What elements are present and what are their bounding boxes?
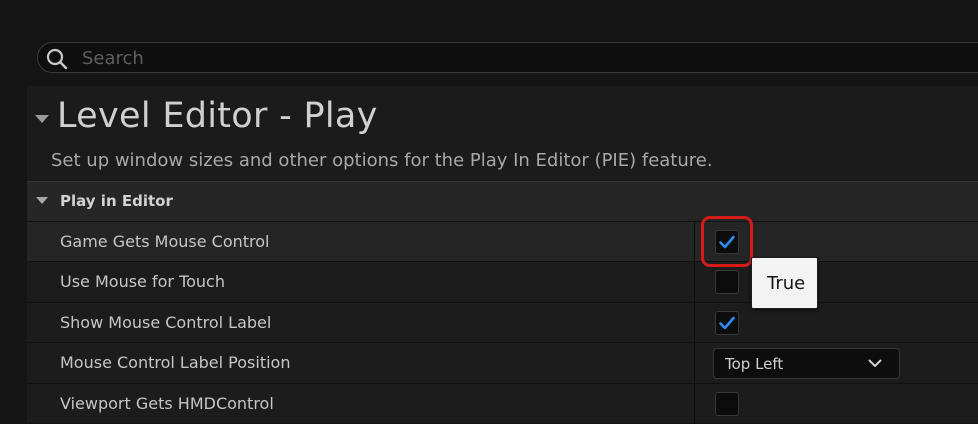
search-input[interactable] (80, 45, 964, 72)
use-mouse-for-touch-checkbox[interactable] (715, 270, 739, 294)
show-mouse-control-label-checkbox[interactable] (715, 311, 739, 335)
category-label: Play in Editor (60, 192, 173, 210)
column-divider[interactable] (694, 343, 695, 383)
expand-arrow-icon[interactable] (36, 197, 48, 204)
section-description: Set up window sizes and other options fo… (51, 150, 713, 171)
section-title: Level Editor - Play (57, 96, 378, 136)
dropdown-value: Top Left (725, 355, 784, 373)
property-label: Mouse Control Label Position (60, 353, 291, 372)
category-header[interactable]: Play in Editor (27, 181, 978, 221)
tooltip: True (751, 257, 818, 309)
column-divider[interactable] (694, 222, 695, 262)
search-bar[interactable] (37, 42, 978, 73)
property-label: Use Mouse for Touch (60, 272, 225, 291)
property-label: Show Mouse Control Label (60, 313, 272, 332)
property-row: Use Mouse for Touch (27, 261, 978, 302)
search-icon (46, 48, 68, 70)
property-row: Game Gets Mouse Control (27, 221, 978, 262)
chevron-down-icon (868, 359, 882, 367)
tooltip-text: True (767, 273, 806, 294)
property-label: Game Gets Mouse Control (60, 232, 270, 251)
checkmark-icon (719, 316, 735, 330)
property-row: Viewport Gets HMDControl (27, 383, 978, 424)
collapse-arrow-icon[interactable] (35, 115, 49, 123)
column-divider[interactable] (694, 384, 695, 424)
property-row: Mouse Control Label Position Top Left (27, 342, 978, 383)
property-label: Viewport Gets HMDControl (60, 394, 274, 413)
mouse-control-label-position-dropdown[interactable]: Top Left (713, 348, 900, 379)
highlight-annotation (701, 216, 753, 267)
viewport-gets-hmdcontrol-checkbox[interactable] (715, 392, 739, 416)
property-row: Show Mouse Control Label (27, 302, 978, 343)
column-divider[interactable] (694, 303, 695, 343)
column-divider[interactable] (694, 262, 695, 302)
